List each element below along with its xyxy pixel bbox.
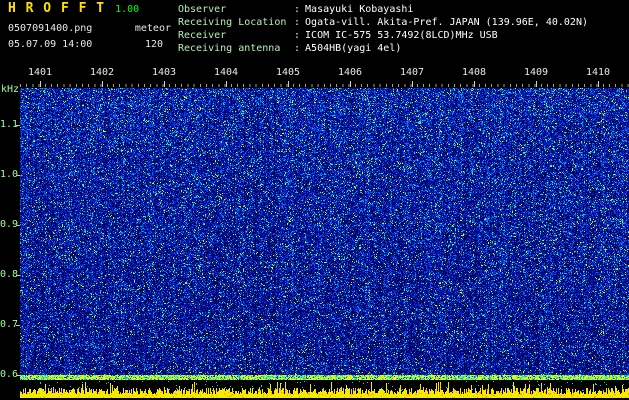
record-datetime: 05.07.09 14:00 (8, 39, 93, 50)
mode-label: meteor (134, 23, 171, 34)
info-row-observer: Observer: Masayuki Kobayashi (178, 3, 588, 16)
header-left: H R O F F T 1.00 0507091400.png meteor 0… (8, 1, 171, 50)
time-tick-label: 1404 (213, 67, 239, 78)
time-tick-label: 1409 (523, 67, 549, 78)
freq-tick-label: 0.9 (0, 219, 19, 230)
freq-tick-label: 1.1 (0, 119, 19, 130)
time-tick-label: 1402 (89, 67, 115, 78)
info-colon: : (294, 43, 301, 54)
output-filename: 0507091400.png (8, 23, 93, 34)
spectrogram-canvas (20, 88, 629, 380)
time-tick-label: 1401 (27, 67, 53, 78)
time-tick-label: 1410 (585, 67, 611, 78)
info-label: Receiving Location (178, 17, 287, 28)
app-title: H R O F F T (8, 1, 106, 16)
header-info: Observer: Masayuki Kobayashi Receiving Lo… (178, 3, 588, 55)
info-value: ICOM IC-575 53.7492(8LCD)MHz USB (305, 30, 498, 41)
freq-unit-label: kHz (1, 84, 20, 95)
date-row: 05.07.09 14:00 120 (8, 39, 171, 50)
info-row-receiver: Receiver: ICOM IC-575 53.7492(8LCD)MHz US… (178, 29, 588, 42)
app-version: 1.00 (115, 4, 140, 15)
info-label: Observer (178, 4, 227, 15)
title-row: H R O F F T 1.00 (8, 1, 171, 16)
file-row: 0507091400.png meteor (8, 23, 171, 34)
freq-tick-label: 1.0 (0, 169, 19, 180)
time-tick-label: 1407 (399, 67, 425, 78)
info-value: Masayuki Kobayashi (305, 4, 414, 15)
time-tick-label: 1406 (337, 67, 363, 78)
hrofft-output: H R O F F T 1.00 0507091400.png meteor 0… (0, 0, 629, 400)
info-value: A504HB(yagi 4el) (305, 43, 402, 54)
freq-tick-label: 0.7 (0, 319, 19, 330)
info-row-location: Receiving Location: Ogata-vill. Akita-Pre… (178, 16, 588, 29)
info-colon: : (294, 4, 301, 15)
time-axis: 1401 1402 1403 1404 1405 1406 1407 1408 1409 1410 (20, 67, 629, 87)
info-value: Ogata-vill. Akita-Pref. JAPAN (139.96E, … (305, 17, 588, 28)
time-tick-label: 1403 (151, 67, 177, 78)
info-label: Receiver (178, 30, 227, 41)
time-tick-label: 1408 (461, 67, 487, 78)
signal-level-strip-canvas (20, 381, 629, 398)
minor-tick-ruler (20, 84, 629, 87)
freq-tick-label: 0.6 (0, 369, 19, 380)
sample-count: 120 (144, 39, 163, 50)
info-colon: : (294, 17, 301, 28)
freq-tick-label: 0.8 (0, 269, 19, 280)
info-label: Receiving antenna (178, 43, 281, 54)
info-row-antenna: Receiving antenna: A504HB(yagi 4el) (178, 42, 588, 55)
info-colon: : (294, 30, 301, 41)
time-tick-label: 1405 (275, 67, 301, 78)
